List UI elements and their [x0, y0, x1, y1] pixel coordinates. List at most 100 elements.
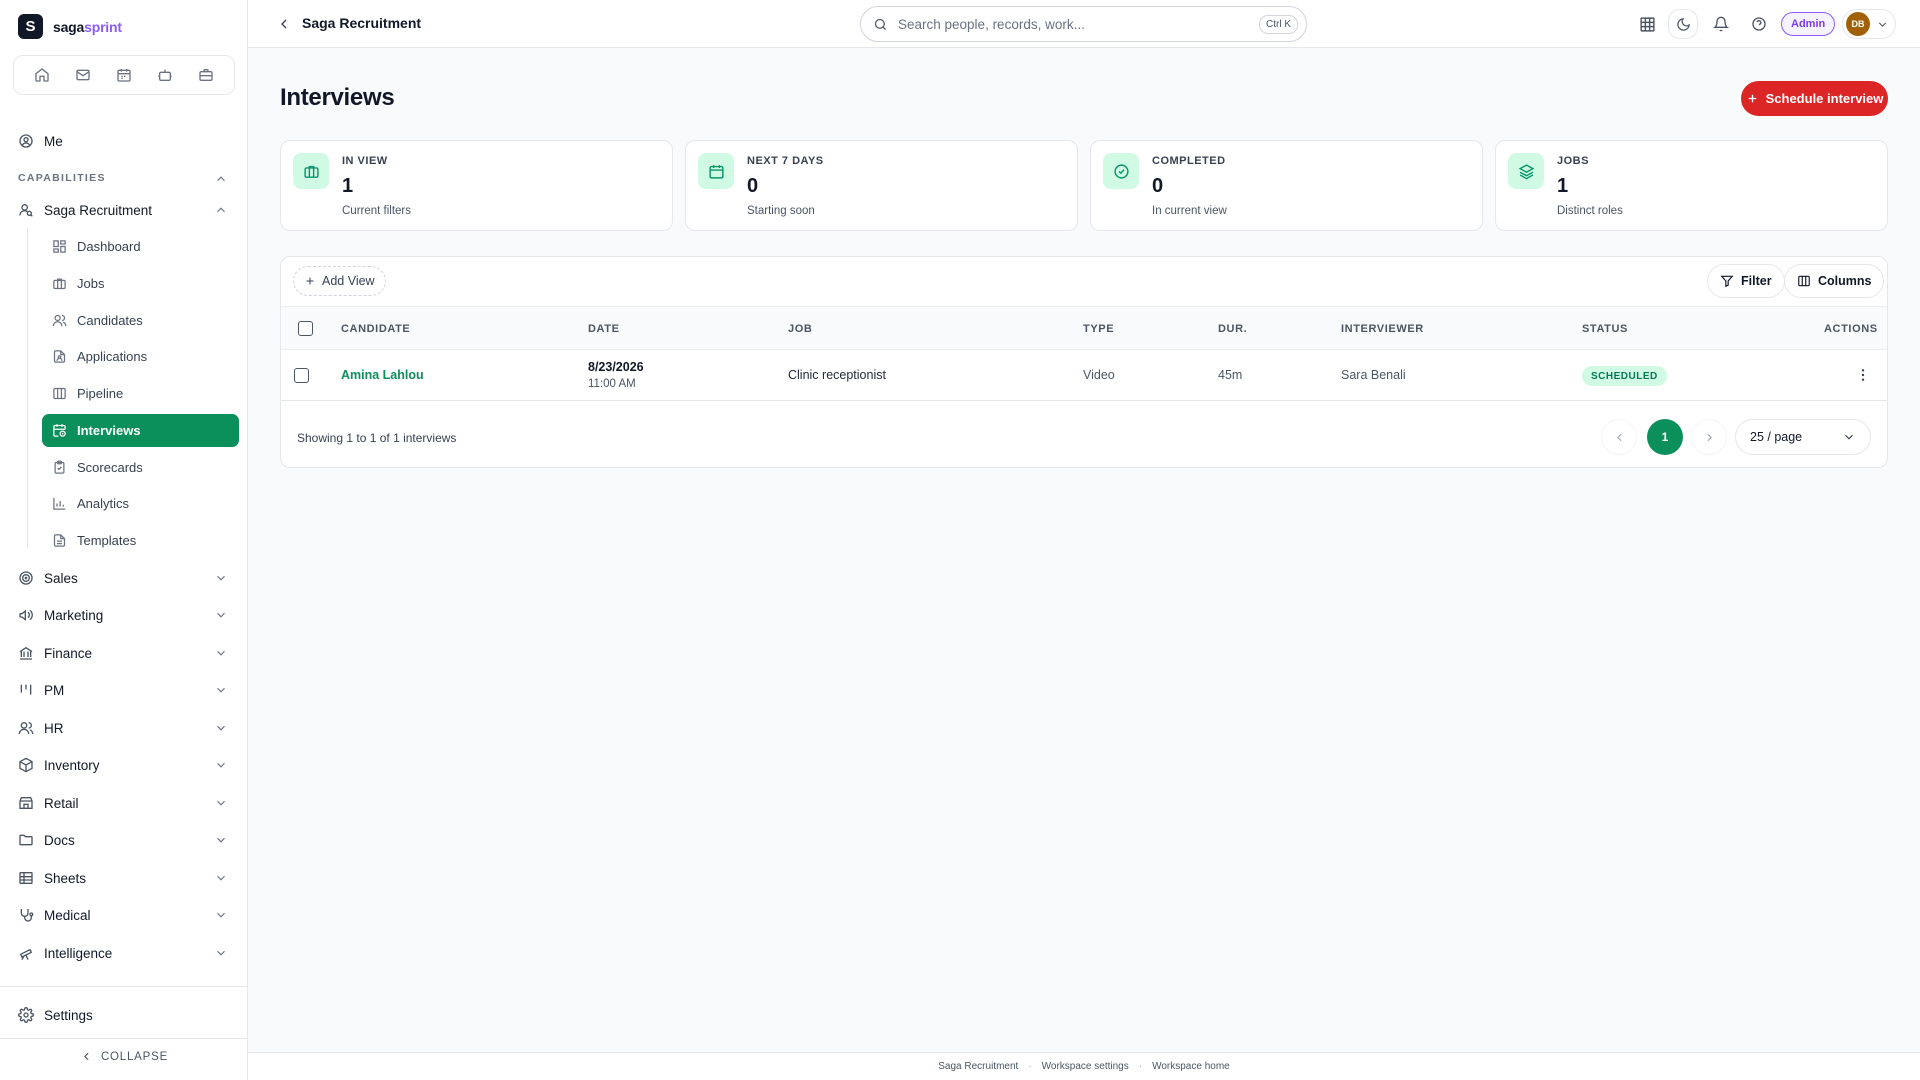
footer-separator: · — [1028, 1061, 1032, 1072]
nav-intelligence-label: Intelligence — [44, 945, 113, 961]
row-checkbox[interactable] — [294, 368, 309, 383]
avatar: DB — [1846, 12, 1870, 36]
columns-label: Columns — [1818, 274, 1872, 288]
page-button-current[interactable]: 1 — [1647, 419, 1683, 455]
columns-button[interactable]: Columns — [1784, 264, 1885, 298]
schedule-interview-button[interactable]: Schedule interview — [1741, 81, 1888, 116]
footer-link-workspace-settings[interactable]: Workspace settings — [1042, 1061, 1129, 1072]
back-chevron-icon[interactable] — [276, 16, 292, 32]
calendar-icon[interactable] — [110, 61, 138, 89]
table-row[interactable]: Amina Lahlou 8/23/2026 11:00 AM Clinic r… — [281, 350, 1887, 401]
chevron-up-icon[interactable] — [214, 203, 228, 217]
nav-pm[interactable]: PM — [18, 675, 64, 705]
sidebar-divider — [0, 986, 248, 987]
calendar-clock-icon — [52, 423, 67, 438]
help-icon[interactable] — [1747, 12, 1771, 36]
nav-marketing-label: Marketing — [44, 607, 104, 623]
page-size-select[interactable]: 25 / page — [1735, 419, 1871, 455]
global-search[interactable]: Ctrl K — [860, 6, 1307, 42]
footer-link-workspace-home[interactable]: Workspace home — [1152, 1061, 1230, 1072]
type-cell: Video — [1083, 368, 1115, 382]
column-header-interviewer[interactable]: INTERVIEWER — [1341, 323, 1424, 335]
nav-saga-recruitment-label: Saga Recruitment — [44, 202, 153, 218]
column-header-type[interactable]: TYPE — [1083, 323, 1114, 335]
nav-sheets-label: Sheets — [44, 870, 87, 886]
mail-icon[interactable] — [69, 61, 97, 89]
collapse-sidebar-button[interactable]: COLLAPSE — [0, 1050, 248, 1063]
stat-subtext: Starting soon — [747, 205, 815, 217]
nav-sales[interactable]: Sales — [18, 563, 78, 593]
sidebar-item-dashboard[interactable]: Dashboard — [42, 230, 239, 263]
prev-page-button[interactable] — [1601, 419, 1637, 455]
sidebar-item-label: Dashboard — [77, 239, 141, 254]
page-title: Interviews — [280, 84, 395, 111]
briefcase-icon[interactable] — [192, 61, 220, 89]
sidebar-item-pipeline[interactable]: Pipeline — [42, 377, 239, 410]
column-header-duration[interactable]: DUR. — [1218, 323, 1247, 335]
sidebar-item-analytics[interactable]: Analytics — [42, 487, 239, 520]
nav-saga-recruitment[interactable]: Saga Recruitment — [18, 195, 152, 225]
sidebar-item-applications[interactable]: Applications — [42, 340, 239, 373]
column-header-date[interactable]: DATE — [588, 323, 620, 335]
home-icon[interactable] — [28, 61, 56, 89]
topbar-title: Saga Recruitment — [302, 15, 422, 31]
nav-me[interactable]: Me — [18, 126, 63, 156]
telescope-icon — [18, 945, 34, 961]
chevron-down-icon[interactable] — [214, 833, 228, 847]
candidate-link[interactable]: Amina Lahlou — [341, 368, 424, 382]
megaphone-icon — [18, 607, 34, 623]
chevron-down-icon[interactable] — [214, 683, 228, 697]
sidebar-item-candidates[interactable]: Candidates — [42, 304, 239, 337]
chevron-down-icon[interactable] — [214, 871, 228, 885]
user-search-icon — [18, 202, 34, 218]
pagination-summary: Showing 1 to 1 of 1 interviews — [297, 431, 457, 445]
dashboard-icon — [52, 239, 67, 254]
more-vertical-icon[interactable] — [1855, 367, 1871, 383]
nav-finance[interactable]: Finance — [18, 638, 92, 668]
user-menu[interactable]: DB — [1842, 9, 1896, 39]
nav-marketing[interactable]: Marketing — [18, 600, 103, 630]
column-header-candidate[interactable]: CANDIDATE — [341, 323, 410, 335]
brand[interactable]: S sagasprint — [18, 14, 122, 39]
chevron-down-icon[interactable] — [214, 646, 228, 660]
add-view-button[interactable]: Add View — [293, 266, 386, 296]
nav-hr[interactable]: HR — [18, 713, 64, 743]
chevron-down-icon[interactable] — [214, 946, 228, 960]
dark-mode-icon[interactable] — [1668, 9, 1698, 39]
add-view-label: Add View — [322, 274, 375, 288]
document-icon — [52, 533, 67, 548]
column-header-job[interactable]: JOB — [788, 323, 812, 335]
sidebar-item-interviews[interactable]: Interviews — [42, 414, 239, 447]
bar-chart-icon — [52, 496, 67, 511]
next-page-button[interactable] — [1691, 419, 1727, 455]
chevron-down-icon[interactable] — [214, 758, 228, 772]
nav-inventory[interactable]: Inventory — [18, 750, 100, 780]
bell-icon[interactable] — [1709, 12, 1733, 36]
footer-link-saga-recruitment[interactable]: Saga Recruitment — [938, 1061, 1018, 1072]
stat-label: IN VIEW — [342, 155, 388, 167]
admin-badge[interactable]: Admin — [1781, 12, 1836, 36]
chevron-up-icon[interactable] — [214, 172, 228, 186]
nav-retail[interactable]: Retail — [18, 788, 79, 818]
brand-logo: S — [18, 14, 43, 39]
chevron-down-icon[interactable] — [214, 721, 228, 735]
sidebar-item-templates[interactable]: Templates — [42, 524, 239, 557]
nav-settings[interactable]: Settings — [18, 1000, 93, 1030]
apps-grid-icon[interactable] — [1635, 12, 1659, 36]
folder-icon — [18, 832, 34, 848]
nav-docs[interactable]: Docs — [18, 825, 75, 855]
column-header-status[interactable]: STATUS — [1582, 323, 1628, 335]
chevron-down-icon[interactable] — [214, 608, 228, 622]
sidebar-item-jobs[interactable]: Jobs — [42, 267, 239, 300]
nav-intelligence[interactable]: Intelligence — [18, 938, 112, 968]
filter-button[interactable]: Filter — [1707, 264, 1785, 298]
nav-sheets[interactable]: Sheets — [18, 863, 86, 893]
chevron-down-icon[interactable] — [214, 796, 228, 810]
select-all-checkbox[interactable] — [298, 321, 313, 336]
sidebar-item-scorecards[interactable]: Scorecards — [42, 451, 239, 484]
nav-medical[interactable]: Medical — [18, 900, 91, 930]
chevron-down-icon[interactable] — [214, 908, 228, 922]
search-input[interactable] — [898, 16, 1238, 32]
bot-icon[interactable] — [151, 61, 179, 89]
chevron-down-icon[interactable] — [214, 571, 228, 585]
